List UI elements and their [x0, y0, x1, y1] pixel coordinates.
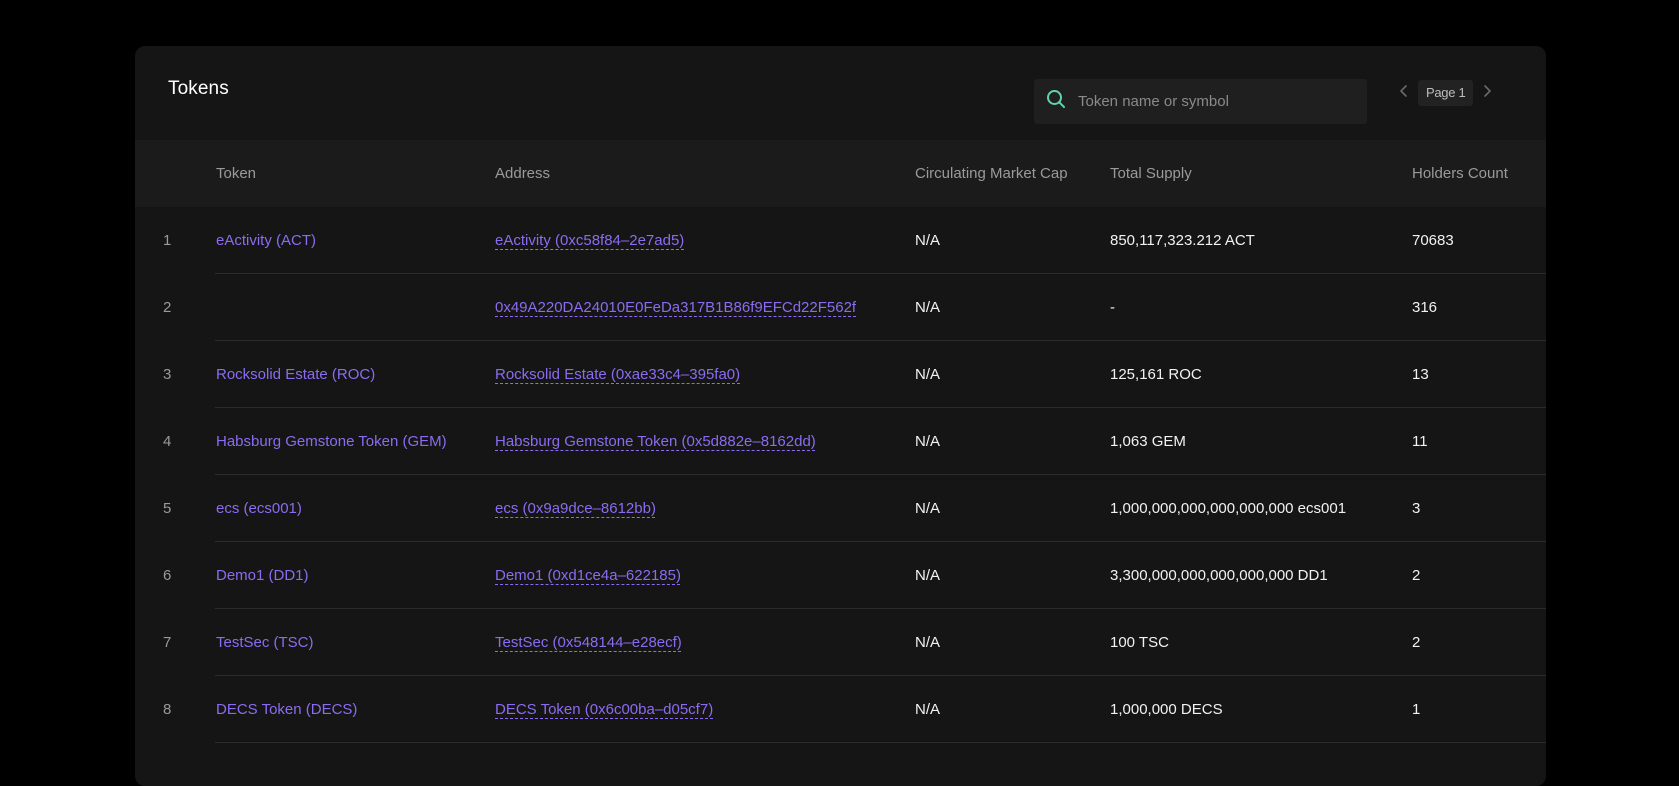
- column-header-holders[interactable]: Holders Count: [1412, 140, 1508, 207]
- card-header: Tokens Page 1: [135, 46, 1546, 140]
- total-supply-value: 850,117,323.212 ACT: [1110, 232, 1255, 249]
- search-input[interactable]: [1076, 92, 1340, 111]
- table-row: 4 Habsburg Gemstone Token (GEM) Habsburg…: [135, 408, 1546, 475]
- tokens-table: Token Address Circulating Market Cap Tot…: [135, 140, 1546, 743]
- token-link[interactable]: Demo1 (DD1): [216, 567, 309, 584]
- row-number: 2: [163, 299, 172, 316]
- total-supply-value: 1,063 GEM: [1110, 433, 1186, 450]
- page-title: Tokens: [168, 78, 229, 99]
- table-row: 5 ecs (ecs001) ecs (0x9a9dce–8612bb) N/A…: [135, 475, 1546, 542]
- holders-count-value: 11: [1412, 433, 1428, 450]
- holders-count-value: 2: [1412, 634, 1421, 651]
- chevron-right-icon: [1482, 84, 1492, 102]
- row-divider: [215, 742, 1546, 743]
- market-cap-value: N/A: [915, 433, 941, 450]
- market-cap-value: N/A: [915, 567, 941, 584]
- address-link[interactable]: Habsburg Gemstone Token (0x5d882e–8162dd…: [495, 433, 816, 450]
- table-header: Token Address Circulating Market Cap Tot…: [135, 140, 1546, 207]
- token-link[interactable]: DECS Token (DECS): [216, 701, 357, 718]
- market-cap-value: N/A: [915, 500, 941, 517]
- column-header-token[interactable]: Token: [216, 140, 256, 207]
- row-number: 5: [163, 500, 172, 517]
- token-link[interactable]: ecs (ecs001): [216, 500, 302, 517]
- address-link[interactable]: Demo1 (0xd1ce4a–622185): [495, 567, 681, 584]
- tokens-card: Tokens Page 1: [135, 46, 1546, 786]
- total-supply-value: 125,161 ROC: [1110, 366, 1202, 383]
- token-link[interactable]: TestSec (TSC): [216, 634, 314, 651]
- prev-page-button[interactable]: [1390, 80, 1418, 106]
- total-supply-value: -: [1110, 299, 1115, 316]
- address-link[interactable]: ecs (0x9a9dce–8612bb): [495, 500, 656, 517]
- total-supply-value: 3,300,000,000,000,000,000 DD1: [1110, 567, 1328, 584]
- row-number: 1: [163, 232, 172, 249]
- address-link[interactable]: eActivity (0xc58f84–2e7ad5): [495, 232, 684, 249]
- row-number: 8: [163, 701, 172, 718]
- next-page-button[interactable]: [1473, 80, 1501, 106]
- market-cap-value: N/A: [915, 299, 941, 316]
- column-header-market-cap[interactable]: Circulating Market Cap: [915, 140, 1068, 207]
- table-row: 3 Rocksolid Estate (ROC) Rocksolid Estat…: [135, 341, 1546, 408]
- holders-count-value: 1: [1412, 701, 1421, 718]
- holders-count-value: 316: [1412, 299, 1438, 316]
- holders-count-value: 3: [1412, 500, 1421, 517]
- address-link[interactable]: Rocksolid Estate (0xae33c4–395fa0): [495, 366, 740, 383]
- token-link[interactable]: Rocksolid Estate (ROC): [216, 366, 375, 383]
- row-number: 4: [163, 433, 172, 450]
- table-row: 6 Demo1 (DD1) Demo1 (0xd1ce4a–622185) N/…: [135, 542, 1546, 609]
- total-supply-value: 1,000,000 DECS: [1110, 701, 1223, 718]
- token-link[interactable]: Habsburg Gemstone Token (GEM): [216, 433, 447, 450]
- holders-count-value: 13: [1412, 366, 1429, 383]
- column-header-total-supply[interactable]: Total Supply: [1110, 140, 1192, 207]
- search-icon: [1034, 89, 1066, 114]
- address-link[interactable]: 0x49A220DA24010E0FeDa317B1B86f9EFCd22F56…: [495, 299, 856, 316]
- table-row: 2 0x49A220DA24010E0FeDa317B1B86f9EFCd22F…: [135, 274, 1546, 341]
- market-cap-value: N/A: [915, 634, 941, 651]
- holders-count-value: 2: [1412, 567, 1421, 584]
- row-number: 7: [163, 634, 172, 651]
- token-link[interactable]: eActivity (ACT): [216, 232, 316, 249]
- row-number: 6: [163, 567, 172, 584]
- search-box[interactable]: [1034, 79, 1367, 124]
- market-cap-value: N/A: [915, 701, 941, 718]
- table-row: 1 eActivity (ACT) eActivity (0xc58f84–2e…: [135, 207, 1546, 274]
- current-page-label: Page 1: [1418, 80, 1474, 106]
- address-link[interactable]: DECS Token (0x6c00ba–d05cf7): [495, 701, 713, 718]
- table-row: 8 DECS Token (DECS) DECS Token (0x6c00ba…: [135, 676, 1546, 743]
- column-header-address[interactable]: Address: [495, 140, 550, 207]
- total-supply-value: 1,000,000,000,000,000,000 ecs001: [1110, 500, 1347, 517]
- total-supply-value: 100 TSC: [1110, 634, 1169, 651]
- market-cap-value: N/A: [915, 232, 941, 249]
- chevron-left-icon: [1399, 84, 1409, 102]
- row-number: 3: [163, 366, 172, 383]
- market-cap-value: N/A: [915, 366, 941, 383]
- address-link[interactable]: TestSec (0x548144–e28ecf): [495, 634, 682, 651]
- pagination: Page 1: [1390, 80, 1501, 106]
- table-row: 7 TestSec (TSC) TestSec (0x548144–e28ecf…: [135, 609, 1546, 676]
- holders-count-value: 70683: [1412, 232, 1454, 249]
